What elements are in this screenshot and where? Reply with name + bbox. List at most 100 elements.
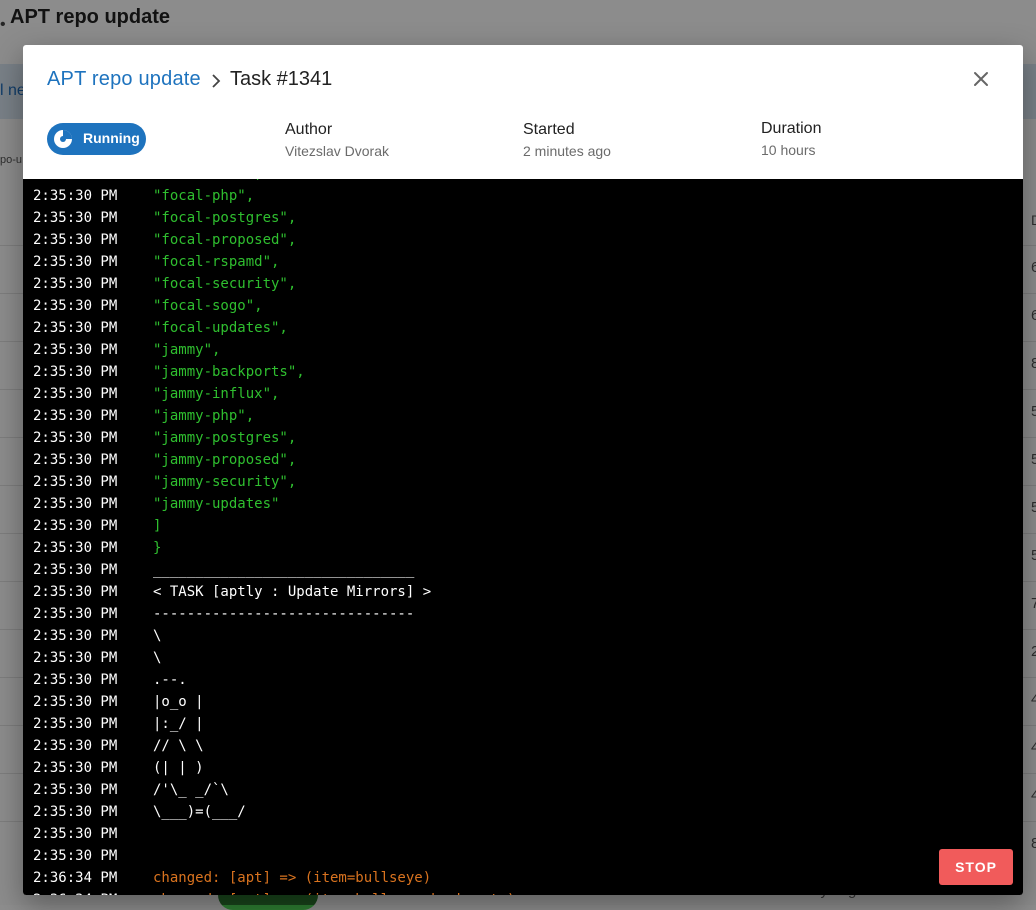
dialog-header: APT repo update Task #1341 Running Autho… bbox=[23, 45, 1023, 179]
log-timestamp: 2:35:30 PM bbox=[33, 650, 118, 666]
log-timestamp: 2:35:30 PM bbox=[33, 232, 118, 248]
log-timestamp: 2:35:30 PM bbox=[33, 628, 118, 644]
log-timestamp: 2:36:34 PM bbox=[33, 889, 117, 895]
log-line: 2:35:30 PM bbox=[23, 823, 1023, 845]
log-line: 2:35:30 PM // \ \ bbox=[23, 735, 1023, 757]
spinner-icon bbox=[54, 130, 72, 148]
log-timestamp: 2:35:30 PM bbox=[33, 320, 118, 336]
log-timestamp: 2:35:30 PM bbox=[33, 562, 118, 578]
log-line: 2:35:30 PM "focal-proposed", bbox=[23, 229, 1023, 251]
log-timestamp: 2:35:30 PM bbox=[33, 496, 118, 512]
log-timestamp: 2:35:30 PM bbox=[33, 474, 118, 490]
log-message: "jammy-postgres", bbox=[153, 430, 297, 446]
meta-started: Started 2 minutes ago bbox=[523, 121, 611, 159]
log-timestamp: 2:35:30 PM bbox=[33, 188, 118, 204]
log-timestamp: 2:35:30 PM bbox=[33, 276, 118, 292]
log-line: 2:36:34 PM changed: [apt] => (item=bullse… bbox=[23, 889, 1023, 895]
log-timestamp: 2:35:30 PM bbox=[33, 430, 118, 446]
log-message: // \ \ bbox=[153, 738, 204, 754]
log-timestamp: 2:35:30 PM bbox=[33, 606, 118, 622]
task-dialog: APT repo update Task #1341 Running Autho… bbox=[23, 45, 1023, 895]
log-message: \ bbox=[153, 650, 162, 666]
status-badge: Running bbox=[47, 123, 146, 155]
log-message: "jammy-security", bbox=[153, 474, 297, 490]
log-timestamp: 2:35:30 PM bbox=[33, 540, 118, 556]
task-log-output[interactable]: 2:35:30 PM"focal-lnfo",2:35:30 PM"focal-… bbox=[23, 179, 1023, 895]
log-line: 2:35:30 PM] bbox=[23, 515, 1023, 537]
log-timestamp: 2:35:30 PM bbox=[33, 342, 118, 358]
log-message: |o_o | bbox=[153, 694, 204, 710]
log-line: 2:35:30 PM .--. bbox=[23, 669, 1023, 691]
log-message: "focal-rspamd", bbox=[153, 254, 280, 270]
meta-duration: Duration 10 hours bbox=[761, 120, 821, 158]
log-message: "focal-postgres", bbox=[153, 210, 297, 226]
log-message: ------------------------------- bbox=[153, 606, 415, 622]
log-line: 2:35:30 PM} bbox=[23, 537, 1023, 559]
log-message: changed: [apt] => (item=bullseye) bbox=[153, 870, 432, 886]
breadcrumb-template-link[interactable]: APT repo update bbox=[47, 68, 201, 91]
log-line: 2:35:30 PM "jammy-security", bbox=[23, 471, 1023, 493]
log-line: 2:35:30 PM \ bbox=[23, 625, 1023, 647]
close-icon[interactable] bbox=[969, 67, 993, 91]
log-timestamp: 2:35:30 PM bbox=[33, 694, 118, 710]
log-message: "focal-security", bbox=[153, 276, 297, 292]
log-line: 2:35:30 PM "focal-security", bbox=[23, 273, 1023, 295]
log-line: 2:35:30 PM "jammy-proposed", bbox=[23, 449, 1023, 471]
log-line: 2:35:30 PM \___)=(___/ bbox=[23, 801, 1023, 823]
log-message: |:_/ | bbox=[153, 716, 204, 732]
log-message: "jammy", bbox=[153, 342, 221, 358]
meta-author-value: Vitezslav Dvorak bbox=[285, 143, 390, 159]
log-message: "focal-php", bbox=[153, 188, 255, 204]
log-message: _______________________________ bbox=[153, 562, 415, 578]
log-timestamp: 2:35:30 PM bbox=[33, 254, 118, 270]
log-timestamp: 2:35:30 PM bbox=[33, 518, 118, 534]
meta-author: Author Vitezslav Dvorak bbox=[285, 121, 389, 159]
log-message: < TASK [aptly : Update Mirrors] > bbox=[153, 584, 432, 600]
log-message: } bbox=[153, 540, 162, 556]
log-message: ] bbox=[153, 518, 162, 534]
log-line: 2:35:30 PM |o_o | bbox=[23, 691, 1023, 713]
log-timestamp: 2:35:30 PM bbox=[33, 672, 118, 688]
log-line: 2:35:30 PM "focal-updates", bbox=[23, 317, 1023, 339]
meta-started-value: 2 minutes ago bbox=[523, 143, 611, 159]
log-line: 2:36:34 PM changed: [apt] => (item=bullse… bbox=[23, 867, 1023, 889]
log-line: 2:35:30 PM "jammy-php", bbox=[23, 405, 1023, 427]
log-timestamp: 2:35:30 PM bbox=[33, 210, 118, 226]
log-timestamp: 2:35:30 PM bbox=[33, 298, 118, 314]
log-message: "jammy-influx", bbox=[153, 386, 280, 402]
log-message: /'\_ _/`\ bbox=[153, 782, 229, 798]
log-line: 2:35:30 PM ------------------------------… bbox=[23, 603, 1023, 625]
log-timestamp: 2:35:30 PM bbox=[33, 452, 118, 468]
log-lines: 2:35:30 PM"focal-lnfo",2:35:30 PM"focal-… bbox=[23, 179, 1023, 895]
log-message: "focal-updates", bbox=[153, 320, 288, 336]
breadcrumb-task-title: Task #1341 bbox=[230, 68, 333, 90]
log-line: 2:35:30 PM < TASK [aptly : Update Mirrors… bbox=[23, 581, 1023, 603]
log-line: 2:35:30 PM "focal-sogo", bbox=[23, 295, 1023, 317]
log-line: 2:35:30 PM ______________________________… bbox=[23, 559, 1023, 581]
stop-button[interactable]: STOP bbox=[939, 849, 1013, 885]
log-line: 2:35:30 PM "jammy-postgres", bbox=[23, 427, 1023, 449]
log-message: (| | ) bbox=[153, 760, 204, 776]
log-message: changed: [apt] => (item=bullseye-backpor… bbox=[153, 889, 515, 895]
log-message: "jammy-proposed", bbox=[153, 452, 297, 468]
log-timestamp: 2:35:30 PM bbox=[33, 848, 118, 864]
log-timestamp: 2:35:30 PM bbox=[33, 804, 118, 820]
meta-duration-label: Duration bbox=[761, 120, 822, 137]
status-label: Running bbox=[83, 130, 140, 146]
log-line: 2:35:30 PM "jammy-influx", bbox=[23, 383, 1023, 405]
meta-started-label: Started bbox=[523, 121, 575, 138]
log-line: 2:35:30 PM "jammy", bbox=[23, 339, 1023, 361]
log-line: 2:35:30 PM /'\_ _/`\ bbox=[23, 779, 1023, 801]
log-message: "jammy-php", bbox=[153, 408, 255, 424]
log-message: "focal-sogo", bbox=[153, 298, 263, 314]
log-line: 2:35:30 PM \ bbox=[23, 647, 1023, 669]
log-timestamp: 2:36:34 PM bbox=[33, 870, 118, 886]
log-timestamp: 2:35:30 PM bbox=[33, 584, 118, 600]
log-timestamp: 2:35:30 PM bbox=[33, 386, 118, 402]
log-message: "focal-proposed", bbox=[153, 232, 297, 248]
log-message: \ bbox=[153, 628, 162, 644]
log-timestamp: 2:35:30 PM bbox=[33, 364, 118, 380]
log-line: 2:35:30 PM "focal-php", bbox=[23, 185, 1023, 207]
log-message: \___)=(___/ bbox=[153, 804, 246, 820]
log-timestamp: 2:35:30 PM bbox=[33, 408, 118, 424]
